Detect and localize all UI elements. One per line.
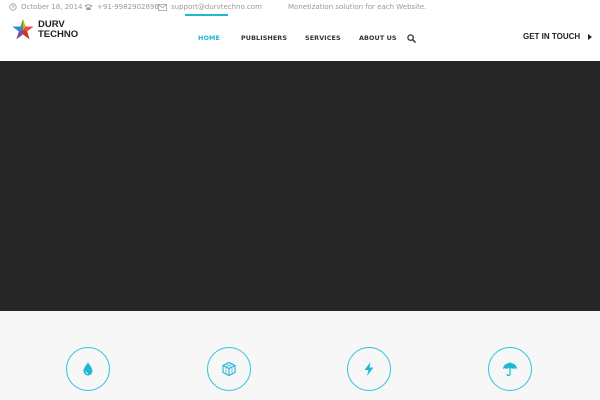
topbar-phone[interactable]: +91-9982902896 bbox=[84, 3, 159, 11]
clock-icon bbox=[9, 3, 17, 11]
phone-icon bbox=[84, 4, 93, 10]
active-nav-indicator bbox=[185, 14, 228, 16]
nav-item-publishers[interactable]: PUBLISHERS bbox=[241, 34, 287, 42]
star-logo-icon bbox=[12, 19, 34, 40]
nav-item-services[interactable]: SERVICES bbox=[305, 34, 341, 42]
brand-name: DURV TECHNO bbox=[38, 19, 79, 41]
top-info-bar: October 18, 2014 +91-9982902896 support@… bbox=[0, 0, 600, 14]
lightning-icon bbox=[364, 362, 374, 376]
nav-item-about-us[interactable]: ABOUT US bbox=[359, 34, 397, 42]
topbar-date: October 18, 2014 bbox=[9, 3, 82, 11]
tagline-text: Monetization solution for each Website. bbox=[288, 3, 427, 11]
brand-line2: TECHNO bbox=[38, 29, 79, 40]
caret-right-icon bbox=[588, 33, 593, 40]
brand-logo[interactable]: DURV TECHNO bbox=[11, 18, 78, 42]
topbar-tagline: Monetization solution for each Website. bbox=[288, 3, 426, 11]
email-link[interactable]: support@durvtechno.com bbox=[171, 3, 262, 11]
envelope-icon bbox=[158, 3, 167, 11]
hero-banner bbox=[0, 61, 600, 311]
feature-drop[interactable] bbox=[66, 347, 110, 391]
umbrella-icon bbox=[503, 362, 517, 377]
features-section bbox=[0, 311, 600, 400]
date-text: October 18, 2014 bbox=[21, 3, 83, 11]
feature-umbrella[interactable] bbox=[488, 347, 532, 391]
search-icon[interactable] bbox=[407, 34, 416, 43]
drop-icon bbox=[83, 362, 93, 376]
get-in-touch-label: GET IN TOUCH bbox=[523, 32, 581, 41]
get-in-touch-button[interactable]: GET IN TOUCH bbox=[523, 32, 593, 41]
feature-cube[interactable] bbox=[207, 347, 251, 391]
cube-icon bbox=[222, 361, 236, 377]
feature-lightning[interactable] bbox=[347, 347, 391, 391]
topbar-email[interactable]: support@durvtechno.com bbox=[158, 3, 262, 11]
nav-item-home[interactable]: HOME bbox=[198, 34, 220, 42]
phone-text[interactable]: +91-9982902896 bbox=[97, 3, 159, 11]
